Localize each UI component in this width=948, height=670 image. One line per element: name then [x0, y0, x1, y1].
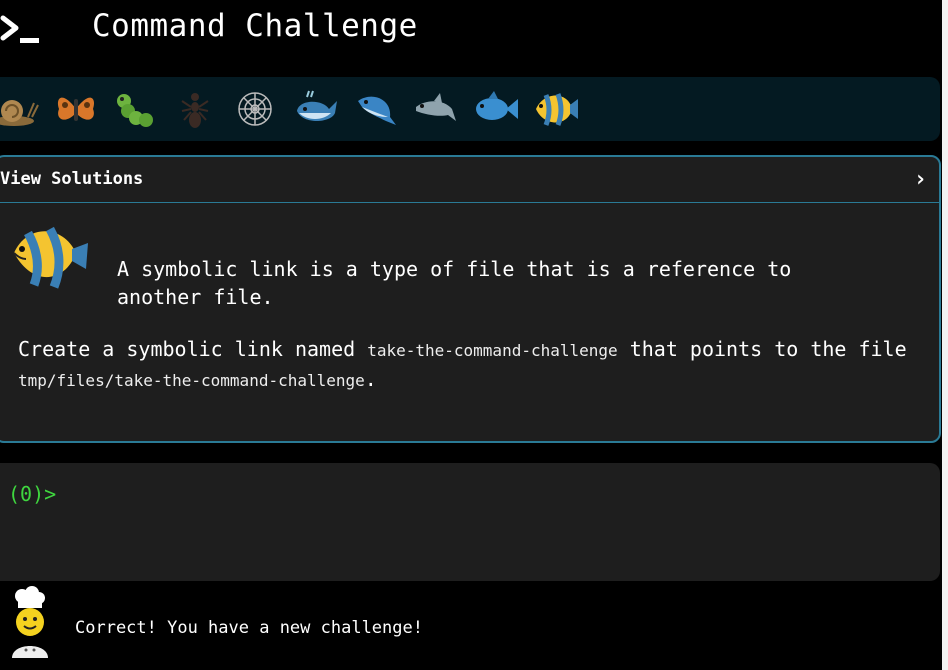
snail-icon[interactable] [0, 87, 40, 131]
status-text: Correct! You have a new challenge! [75, 618, 423, 638]
caterpillar-icon[interactable] [112, 87, 158, 131]
view-solutions-label[interactable]: View Solutions [0, 169, 143, 189]
challenge-task: Create a symbolic link named take-the-co… [18, 335, 918, 395]
fish-icon[interactable] [472, 87, 518, 131]
dolphin-icon[interactable] [352, 87, 398, 131]
level-progress-bar [0, 77, 940, 141]
terminal-prompt-icon[interactable] [0, 12, 42, 48]
tropical-fish-icon [6, 223, 90, 297]
ant-icon[interactable] [172, 87, 218, 131]
tropical-fish-icon[interactable] [532, 87, 578, 131]
scrollbar[interactable] [942, 0, 948, 670]
spider-web-icon[interactable] [232, 87, 278, 131]
status-message: Correct! You have a new challenge! [0, 582, 948, 670]
challenge-intro: A symbolic link is a type of file that i… [117, 257, 792, 309]
dolphin-icon[interactable] [412, 87, 458, 131]
target-path-code: tmp/files/take-the-command-challenge [18, 371, 365, 390]
challenge-panel: View Solutions › A symbolic link is a ty… [0, 155, 941, 443]
chevron-right-icon[interactable]: › [914, 169, 927, 191]
terminal-input[interactable]: (0)> [0, 463, 940, 581]
link-name-code: take-the-command-challenge [367, 341, 618, 360]
task-suffix: . [364, 367, 377, 391]
header: Command Challenge [0, 0, 948, 62]
whale-icon[interactable] [293, 87, 339, 131]
task-middle: that points to the file [617, 337, 907, 361]
page-title: Command Challenge [92, 8, 418, 44]
chef-icon [6, 586, 54, 658]
terminal-prompt: (0)> [8, 482, 57, 506]
task-prefix: Create a symbolic link named [18, 337, 368, 361]
view-solutions-toggle[interactable]: View Solutions › [0, 157, 939, 203]
butterfly-icon[interactable] [53, 87, 99, 131]
